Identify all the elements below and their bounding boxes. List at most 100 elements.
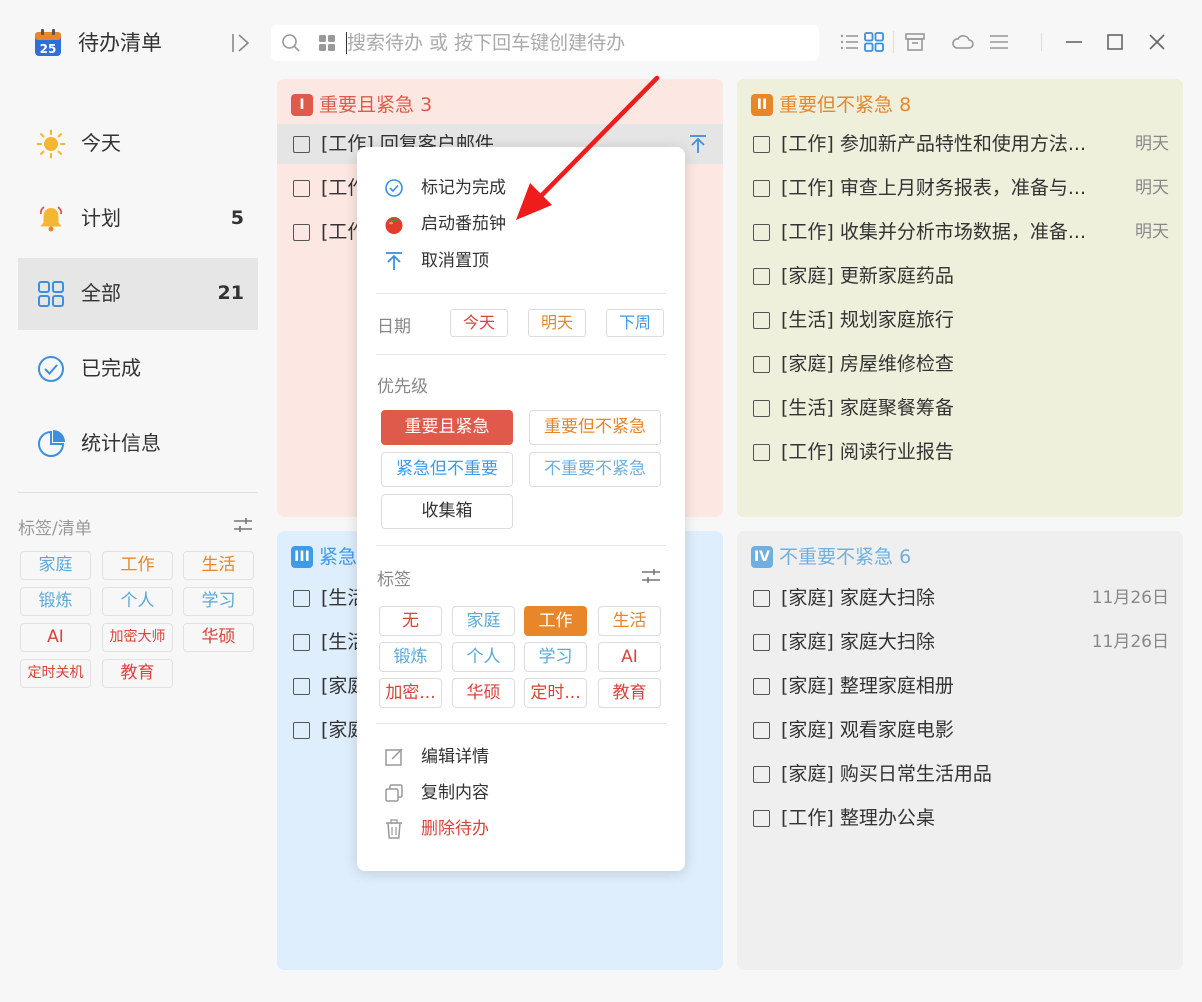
app-title: 待办清单 — [78, 31, 162, 55]
cloud-icon[interactable] — [951, 30, 975, 54]
minimize-icon[interactable] — [1062, 30, 1086, 54]
tag-settings-icon[interactable] — [640, 565, 662, 587]
tag-option[interactable]: 学习 — [524, 642, 587, 672]
todo-checkbox[interactable] — [753, 590, 770, 607]
menu-icon[interactable] — [987, 30, 1011, 54]
sidebar-tag[interactable]: 华硕 — [183, 623, 254, 652]
search-input[interactable] — [347, 25, 807, 61]
tag-option[interactable]: 个人 — [452, 642, 515, 672]
todo-item[interactable]: [工作] 参加新产品特性和使用方法... 明天 — [737, 124, 1183, 164]
pin-top-icon[interactable] — [687, 133, 709, 155]
priority-option[interactable]: 重要但不紧急 — [529, 410, 661, 445]
todo-item[interactable]: [生活] 规划家庭旅行 — [737, 300, 1183, 340]
tag-option[interactable]: 无 — [379, 606, 442, 636]
todo-item[interactable]: [家庭] 购买日常生活用品 — [737, 754, 1183, 794]
todo-item[interactable]: [生活] 家庭聚餐筹备 — [737, 388, 1183, 428]
sidebar-tag[interactable]: 锻炼 — [20, 587, 91, 616]
todo-checkbox[interactable] — [293, 722, 310, 739]
nav-item-today[interactable]: 今天 — [18, 108, 258, 180]
grid-icon — [38, 281, 64, 307]
tag-option[interactable]: AI — [598, 642, 661, 672]
todo-checkbox[interactable] — [753, 444, 770, 461]
todo-item[interactable]: [工作] 整理办公桌 — [737, 798, 1183, 838]
sidebar-tag[interactable]: AI — [20, 623, 91, 652]
todo-checkbox[interactable] — [293, 180, 310, 197]
close-icon[interactable] — [1145, 30, 1169, 54]
sidebar-tag[interactable]: 定时关机 — [20, 659, 91, 688]
tag-option[interactable]: 工作 — [524, 606, 587, 636]
todo-checkbox[interactable] — [753, 400, 770, 417]
todo-checkbox[interactable] — [293, 678, 310, 695]
todo-checkbox[interactable] — [753, 356, 770, 373]
sidebar-tag[interactable]: 教育 — [102, 659, 173, 688]
sidebar-tag[interactable]: 生活 — [183, 551, 254, 580]
tag-option[interactable]: 加密... — [379, 678, 442, 708]
todo-item[interactable]: [工作] 收集并分析市场数据，准备... 明天 — [737, 212, 1183, 252]
todo-checkbox[interactable] — [753, 136, 770, 153]
sidebar-tag[interactable]: 工作 — [102, 551, 173, 580]
tag-option[interactable]: 生活 — [598, 606, 661, 636]
tag-option[interactable]: 华硕 — [452, 678, 515, 708]
grid-icon[interactable] — [317, 33, 337, 53]
priority-option[interactable]: 紧急但不重要 — [381, 452, 513, 487]
todo-item[interactable]: [家庭] 整理家庭相册 — [737, 666, 1183, 706]
menu-copy-content[interactable]: 复制内容 — [383, 779, 663, 807]
search-bar[interactable] — [271, 25, 819, 61]
priority-option[interactable]: 收集箱 — [381, 494, 513, 529]
tag-option[interactable]: 教育 — [598, 678, 661, 708]
sidebar-tag[interactable]: 家庭 — [20, 551, 91, 580]
todo-checkbox[interactable] — [293, 136, 310, 153]
date-option[interactable]: 明天 — [528, 309, 586, 337]
priority-option[interactable]: 不重要不紧急 — [529, 452, 661, 487]
menu-unpin[interactable]: 取消置顶 — [383, 247, 663, 275]
list-icon[interactable] — [838, 30, 862, 54]
todo-item[interactable]: [工作] 阅读行业报告 — [737, 432, 1183, 472]
tag-section-label: 标签 — [377, 570, 411, 590]
todo-checkbox[interactable] — [753, 634, 770, 651]
todo-checkbox[interactable] — [753, 722, 770, 739]
todo-checkbox[interactable] — [753, 180, 770, 197]
sidebar-tag[interactable]: 加密大师 — [102, 623, 173, 652]
todo-checkbox[interactable] — [753, 224, 770, 241]
todo-checkbox[interactable] — [753, 268, 770, 285]
priority-option[interactable]: 重要且紧急 — [381, 410, 513, 445]
date-option[interactable]: 下周 — [606, 309, 664, 337]
nav-item-all[interactable]: 全部 21 — [18, 258, 258, 330]
todo-item[interactable]: [家庭] 家庭大扫除 11月26日 — [737, 578, 1183, 618]
menu-delete-todo[interactable]: 删除待办 — [383, 815, 663, 843]
tag-option[interactable]: 定时... — [524, 678, 587, 708]
todo-checkbox[interactable] — [293, 634, 310, 651]
filter-settings-icon[interactable] — [232, 514, 254, 536]
todo-item[interactable]: [家庭] 房屋维修检查 — [737, 344, 1183, 384]
tags-section-title: 标签/清单 — [18, 519, 92, 539]
todo-checkbox[interactable] — [293, 224, 310, 241]
tag-option[interactable]: 家庭 — [452, 606, 515, 636]
menu-edit-details[interactable]: 编辑详情 — [383, 743, 663, 771]
quadrant-title: 紧急 — [319, 546, 358, 568]
sidebar-tag[interactable]: 个人 — [102, 587, 173, 616]
todo-text: [生活] 家庭聚餐筹备 — [781, 397, 954, 419]
maximize-icon[interactable] — [1103, 30, 1127, 54]
date-option[interactable]: 今天 — [450, 309, 508, 337]
archive-icon[interactable] — [903, 30, 927, 54]
todo-checkbox[interactable] — [753, 678, 770, 695]
sidebar-toggle-icon[interactable] — [228, 30, 254, 56]
todo-item[interactable]: [工作] 审查上月财务报表，准备与... 明天 — [737, 168, 1183, 208]
todo-checkbox[interactable] — [753, 766, 770, 783]
check-circle-icon — [38, 356, 64, 382]
todo-checkbox[interactable] — [753, 312, 770, 329]
quadrant-badge: II — [751, 94, 773, 116]
sidebar-tag[interactable]: 学习 — [183, 587, 254, 616]
todo-item[interactable]: [家庭] 家庭大扫除 11月26日 — [737, 622, 1183, 662]
nav-item-statistics[interactable]: 统计信息 — [18, 408, 258, 480]
tag-option[interactable]: 锻炼 — [379, 642, 442, 672]
quadrant-title: 重要但不紧急 — [779, 94, 894, 116]
todo-item[interactable]: [家庭] 观看家庭电影 — [737, 710, 1183, 750]
quadrant-view-icon[interactable] — [862, 30, 886, 54]
nav-count: 5 — [230, 207, 244, 229]
todo-checkbox[interactable] — [293, 590, 310, 607]
nav-item-plan[interactable]: 计划 5 — [18, 183, 258, 255]
todo-checkbox[interactable] — [753, 810, 770, 827]
todo-item[interactable]: [家庭] 更新家庭药品 — [737, 256, 1183, 296]
nav-item-completed[interactable]: 已完成 — [18, 333, 258, 405]
